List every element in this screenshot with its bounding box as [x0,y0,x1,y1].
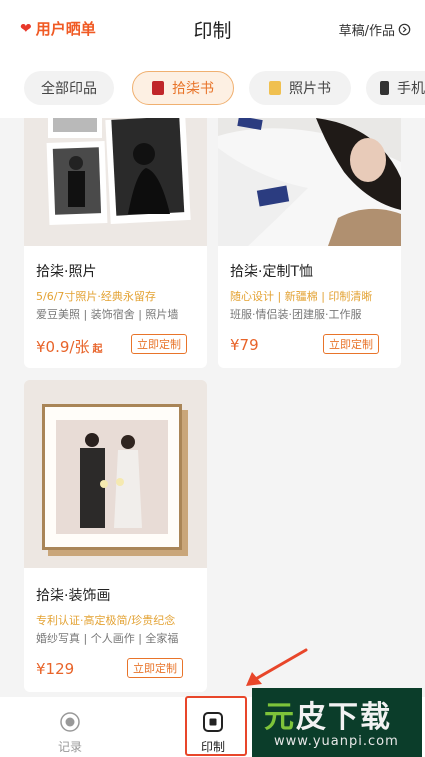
product-image-photo [24,118,207,246]
product-tagline: 随心设计 | 新疆棉 | 印制清晰 [230,290,373,303]
arrow-annotation [246,648,308,686]
product-price: ¥0.9/张起 [36,336,102,357]
product-card-photo[interactable]: 拾柒·照片 5/6/7寸照片·经典永留存 爱豆美照 | 装饰宿舍 | 照片墙 ¥… [24,118,207,368]
nav-item-records[interactable]: 记录 [30,697,110,757]
circle-arrow-right-icon [398,23,411,36]
product-tags: 班服·情侣装·团建服·工作服 [230,308,362,321]
tab-shiqi-book[interactable]: 拾柒书 [132,71,234,105]
product-tagline: 5/6/7寸照片·经典永留存 [36,290,156,303]
product-name: 拾柒·装饰画 [36,588,111,604]
highlight-box [185,696,247,756]
book-icon [152,81,164,95]
price-value: ¥129 [36,660,75,678]
drafts-works-label: 草稿/作品 [338,24,395,39]
product-image-tshirt [218,118,401,246]
price-suffix: 起 [92,344,103,355]
product-name: 拾柒·定制T恤 [230,264,314,280]
price-value: ¥0.9/张 [36,338,90,356]
tab-label: 手机 [397,81,425,97]
price-value: ¥79 [230,336,259,354]
product-name: 拾柒·照片 [36,264,97,280]
category-tabs: 全部印品 拾柒书 照片书 手机 [0,60,425,118]
nav-label: 记录 [57,740,82,754]
customize-button[interactable]: 立即定制 [131,334,187,354]
product-image-painting [24,380,207,568]
watermark-url: www.yuanpi.com [274,734,399,749]
record-icon [60,712,80,732]
product-price: ¥79 [230,336,262,354]
tab-photo-book[interactable]: 照片书 [249,71,351,105]
product-card-tshirt[interactable]: 拾柒·定制T恤 随心设计 | 新疆棉 | 印制清晰 班服·情侣装·团建服·工作服… [218,118,401,368]
customize-button[interactable]: 立即定制 [323,334,379,354]
watermark-logo: 元皮下载 www.yuanpi.com [252,688,422,757]
product-tags: 爱豆美照 | 装饰宿舍 | 照片墙 [36,308,179,321]
watermark-title-a: 元 [264,700,296,735]
customize-button[interactable]: 立即定制 [127,658,183,678]
tab-label: 拾柒书 [172,81,214,97]
watermark-title-b: 皮下载 [296,700,392,735]
product-card-painting[interactable]: 拾柒·装饰画 专利认证·高定极简/珍贵纪念 婚纱写真 | 个人画作 | 全家福 … [24,380,207,692]
photo-book-icon [269,81,281,95]
drafts-works-link[interactable]: 草稿/作品 [339,20,411,39]
tab-label: 全部印品 [41,81,97,97]
top-header: ❤ 用户晒单 印制 草稿/作品 [0,0,425,60]
product-tagline: 专利认证·高定极简/珍贵纪念 [36,614,176,627]
tab-phone-case[interactable]: 手机 [366,71,425,105]
product-price: ¥129 [36,660,77,678]
phone-icon [380,81,389,95]
product-tags: 婚纱写真 | 个人画作 | 全家福 [36,632,179,645]
tab-all-prints[interactable]: 全部印品 [24,71,114,105]
tab-label: 照片书 [289,81,331,97]
watermark-title: 元皮下载 [264,692,392,736]
